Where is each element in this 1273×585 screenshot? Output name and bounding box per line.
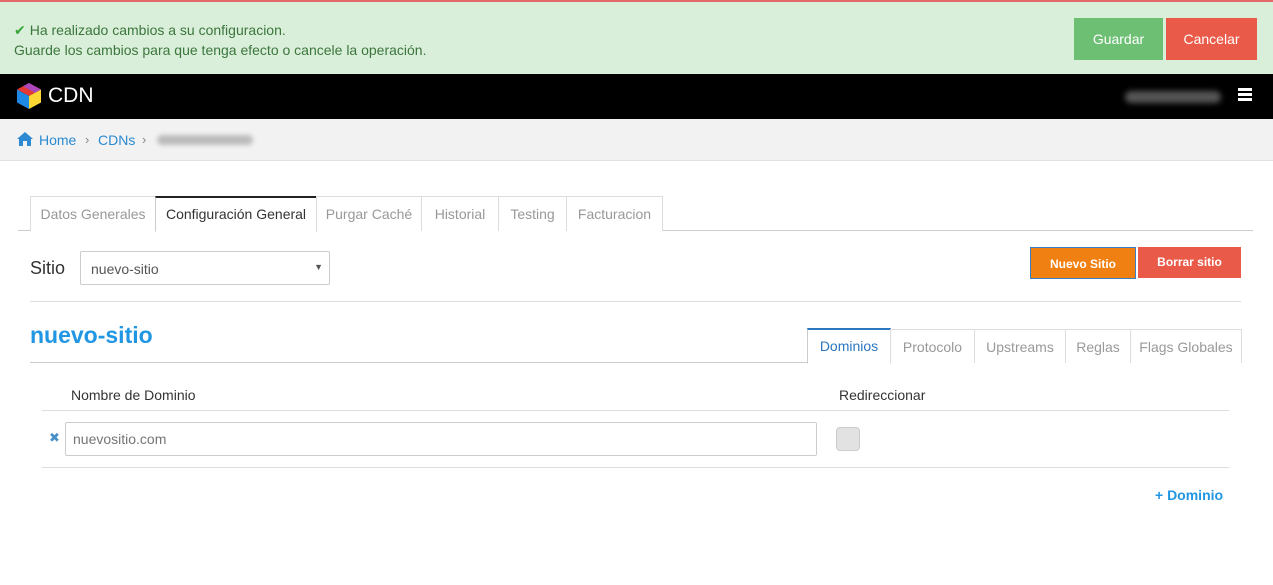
top-navbar: CDN [0,74,1273,119]
subtab-flags-globales[interactable]: Flags Globales [1130,329,1242,363]
tab-datos-generales[interactable]: Datos Generales [30,196,156,231]
sitio-select-value: nuevo-sitio [91,261,159,277]
cancel-button[interactable]: Cancelar [1166,18,1257,60]
site-subtabs: Dominios Protocolo Upstreams Reglas Flag… [30,328,1242,364]
tab-purgar-cache[interactable]: Purgar Caché [316,196,422,231]
sitio-label: Sitio [30,258,66,278]
breadcrumb: Home › CDNs › [0,119,1273,161]
add-domain-link[interactable]: + Dominio [1155,487,1223,503]
home-icon[interactable] [16,131,34,147]
column-header-domain-name: Nombre de Dominio [71,387,196,403]
tab-testing[interactable]: Testing [498,196,567,231]
breadcrumb-cdns[interactable]: CDNs [98,132,135,148]
divider [30,301,1241,302]
tab-facturacion[interactable]: Facturacion [566,196,663,231]
caret-down-icon: ▼ [314,262,323,272]
save-button[interactable]: Guardar [1074,18,1163,60]
sitio-select[interactable]: nuevo-sitio ▼ [80,251,330,285]
domain-name-input[interactable] [65,422,817,456]
subtab-upstreams[interactable]: Upstreams [974,329,1066,363]
alert-line-2: Guarde los cambios para que tenga efecto… [14,42,427,58]
table-divider [42,410,1229,411]
table-divider [42,467,1229,468]
subtab-dominios[interactable]: Dominios [807,328,891,364]
user-account-redacted[interactable] [1125,91,1221,103]
brand-name[interactable]: CDN [48,84,94,108]
alert-message: ✔ Ha realizado cambios a su configuracion… [14,20,427,60]
delete-site-button[interactable]: Borrar sitio [1138,247,1241,278]
cdn-logo-icon [17,83,41,109]
column-header-redirect: Redireccionar [839,387,926,403]
tab-historial[interactable]: Historial [421,196,499,231]
redirect-checkbox[interactable] [836,427,860,451]
breadcrumb-separator-icon: › [85,132,90,147]
breadcrumb-current-redacted [157,135,253,145]
breadcrumb-separator-icon: › [142,132,147,147]
unsaved-changes-alert: ✔ Ha realizado cambios a su configuracion… [0,0,1273,74]
subtab-protocolo[interactable]: Protocolo [890,329,975,363]
check-icon: ✔ [14,22,26,38]
hamburger-menu-icon[interactable] [1238,88,1252,102]
breadcrumb-home[interactable]: Home [39,132,76,148]
main-tabs: Datos Generales Configuración General Pu… [18,196,1253,232]
alert-line-1: Ha realizado cambios a su configuracion. [29,22,286,38]
site-title: nuevo-sitio [30,322,153,348]
tab-configuracion-general[interactable]: Configuración General [155,196,317,232]
subtab-reglas[interactable]: Reglas [1065,329,1131,363]
new-site-button[interactable]: Nuevo Sitio [1030,247,1136,279]
remove-icon[interactable]: ✖ [49,431,60,445]
